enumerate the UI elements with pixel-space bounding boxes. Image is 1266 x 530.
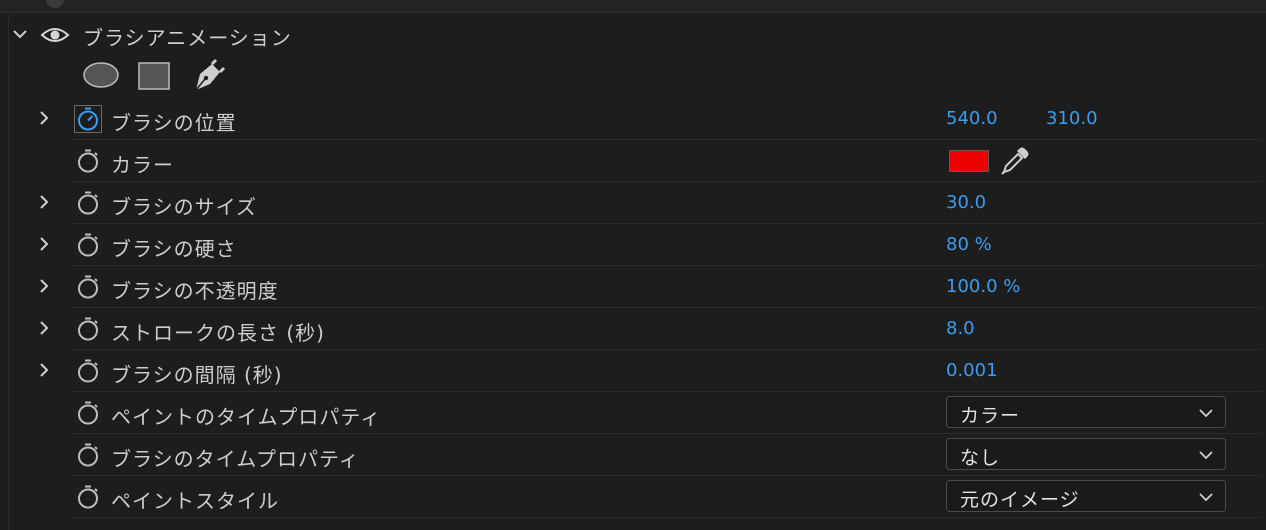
fx-toggle-icon: [46, 0, 64, 8]
eyedropper-icon[interactable]: [1000, 146, 1030, 176]
property-label: カラー: [111, 153, 174, 177]
dropdown-value: なし: [960, 447, 1001, 469]
stopwatch-icon[interactable]: [74, 483, 102, 511]
property-label: ブラシの不透明度: [111, 279, 279, 303]
chevron-right-icon[interactable]: [36, 110, 52, 126]
property-value[interactable]: 0.001: [946, 360, 998, 381]
stopwatch-icon[interactable]: [74, 399, 102, 427]
stopwatch-icon[interactable]: [74, 231, 102, 259]
property-row-color: カラー: [0, 140, 1266, 182]
chevron-down-icon: [1199, 451, 1213, 460]
stopwatch-icon[interactable]: [74, 357, 102, 385]
property-value[interactable]: 80 %: [946, 234, 992, 255]
pen-mask-icon[interactable]: [190, 58, 226, 92]
eye-icon[interactable]: [40, 25, 70, 45]
chevron-right-icon[interactable]: [36, 236, 52, 252]
effect-header: ブラシアニメーション: [0, 14, 1266, 56]
ellipse-mask-icon[interactable]: [82, 60, 120, 90]
dropdown-value: カラー: [960, 405, 1021, 427]
stopwatch-icon[interactable]: [74, 147, 102, 175]
paint-time-props-dropdown[interactable]: カラー: [946, 396, 1226, 428]
property-row-brush-opacity: ブラシの不透明度 100.0 %: [0, 266, 1266, 308]
property-label: ペイントスタイル: [111, 489, 279, 513]
property-row-brush-position: ブラシの位置 540.0 310.0: [0, 98, 1266, 140]
chevron-down-icon: [1199, 409, 1213, 418]
stopwatch-icon[interactable]: [74, 189, 102, 217]
property-label: ペイントのタイムプロパティ: [111, 405, 382, 429]
chevron-down-icon: [1199, 493, 1213, 502]
position-x-value[interactable]: 540.0: [946, 108, 998, 129]
position-y-value[interactable]: 310.0: [1046, 108, 1098, 129]
property-row-paint-style: ペイントスタイル 元のイメージ: [0, 476, 1266, 518]
chevron-down-icon[interactable]: [12, 26, 28, 42]
property-value[interactable]: 100.0 %: [946, 276, 1020, 297]
dropdown-value: 元のイメージ: [960, 489, 1080, 511]
effect-controls-panel: ブラシアニメーション ブラシの位置 540.0 310.0 カラー ブラシのサイ…: [0, 0, 1266, 530]
property-row-stroke-length: ストロークの長さ (秒) 8.0: [0, 308, 1266, 350]
property-value[interactable]: 8.0: [946, 318, 975, 339]
brush-time-props-dropdown[interactable]: なし: [946, 438, 1226, 470]
stopwatch-icon[interactable]: [74, 105, 102, 133]
property-row-brush-spacing: ブラシの間隔 (秒) 0.001: [0, 350, 1266, 392]
stopwatch-icon[interactable]: [74, 273, 102, 301]
property-label: ストロークの長さ (秒): [111, 321, 325, 345]
paint-style-dropdown[interactable]: 元のイメージ: [946, 480, 1226, 512]
chevron-right-icon[interactable]: [36, 194, 52, 210]
property-row-paint-time-props: ペイントのタイムプロパティ カラー: [0, 392, 1266, 434]
previous-effect-row: [0, 0, 1266, 13]
chevron-right-icon[interactable]: [36, 278, 52, 294]
row-divider: [72, 517, 1262, 518]
color-swatch[interactable]: [949, 150, 989, 172]
property-label: ブラシのタイムプロパティ: [111, 447, 360, 471]
chevron-right-icon[interactable]: [36, 320, 52, 336]
property-value[interactable]: 30.0: [946, 192, 986, 213]
property-row-brush-hardness: ブラシの硬さ 80 %: [0, 224, 1266, 266]
chevron-right-icon[interactable]: [36, 362, 52, 378]
stopwatch-icon[interactable]: [74, 441, 102, 469]
property-label: ブラシの間隔 (秒): [111, 363, 283, 387]
mask-tools: [80, 58, 240, 94]
property-label: ブラシのサイズ: [111, 195, 257, 219]
property-label: ブラシの硬さ: [111, 237, 237, 261]
effect-title: ブラシアニメーション: [83, 26, 292, 50]
property-row-brush-time-props: ブラシのタイムプロパティ なし: [0, 434, 1266, 476]
stopwatch-icon[interactable]: [74, 315, 102, 343]
property-label: ブラシの位置: [111, 111, 237, 135]
rectangle-mask-icon[interactable]: [138, 62, 170, 90]
property-row-brush-size: ブラシのサイズ 30.0: [0, 182, 1266, 224]
